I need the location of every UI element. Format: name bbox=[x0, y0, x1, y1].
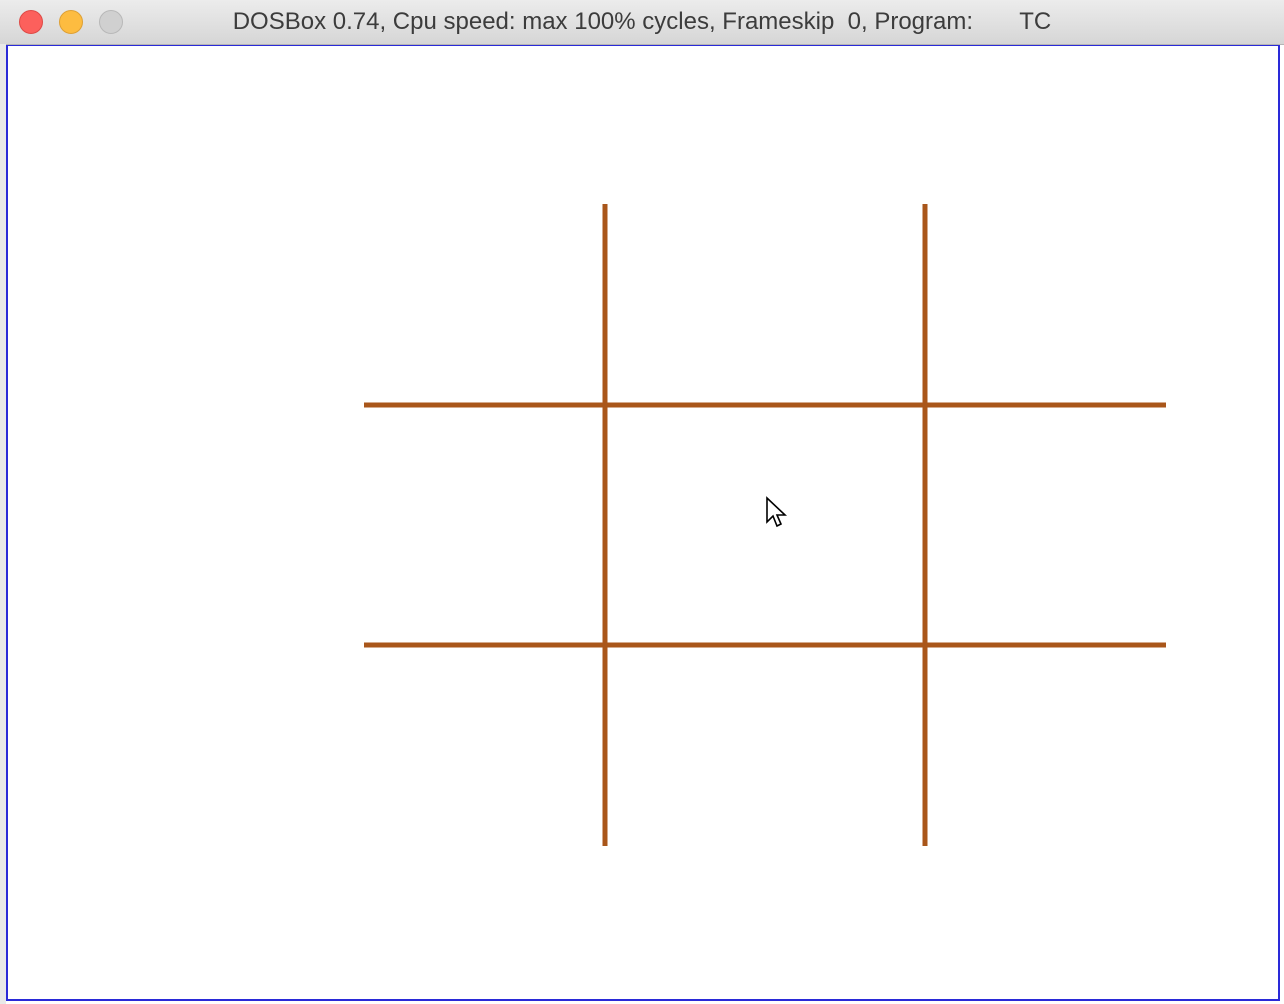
mouse-pointer-icon bbox=[766, 496, 788, 528]
dosbox-window: DOSBox 0.74, Cpu speed: max 100% cycles,… bbox=[0, 0, 1284, 1004]
board-grid bbox=[364, 204, 1166, 846]
tic-tac-toe-board[interactable] bbox=[0, 0, 1284, 1004]
